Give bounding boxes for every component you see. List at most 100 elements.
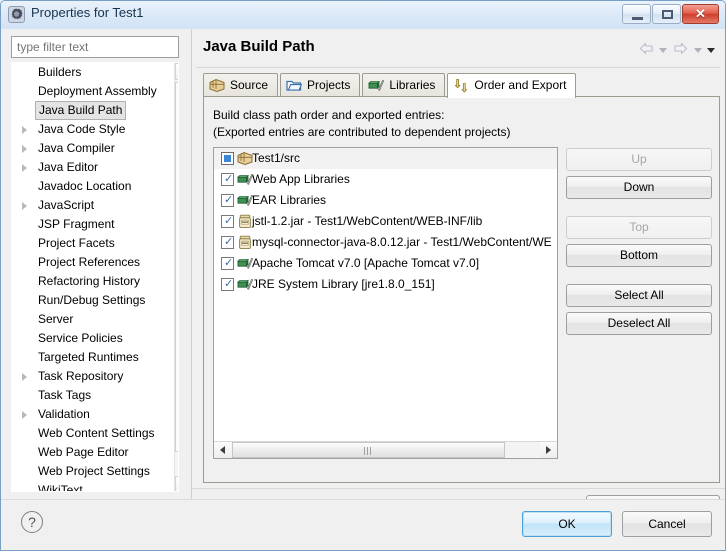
entry-checkbox[interactable]: ✓	[221, 215, 234, 228]
table-row[interactable]: ✓ Apache Tomcat v7.0 [Apache Tomcat v7.0]	[214, 253, 557, 274]
settings-tree-scrollbar[interactable]	[174, 63, 178, 491]
ok-button[interactable]: OK	[522, 511, 612, 537]
maximize-button[interactable]	[652, 4, 681, 24]
panel-description-line1: Build class path order and exported entr…	[213, 108, 445, 122]
scroll-up-button[interactable]	[175, 63, 178, 80]
apply-divider	[192, 488, 725, 489]
scroll-left-button[interactable]	[214, 442, 231, 458]
sidebar-item-java-editor[interactable]: Java Editor	[12, 158, 178, 177]
back-dropdown-icon[interactable]	[658, 47, 667, 53]
source-package-icon	[209, 78, 226, 94]
move-top-button[interactable]: Top	[566, 216, 712, 239]
sidebar-item-label: Service Policies	[38, 331, 123, 345]
deselect-all-button[interactable]: Deselect All	[566, 312, 712, 335]
scrollbar-grip-icon	[363, 447, 374, 455]
move-bottom-button[interactable]: Bottom	[566, 244, 712, 267]
table-row[interactable]: ✓ jstl-1.2.jar - Test1/WebContent/WEB-INF…	[214, 211, 557, 232]
move-down-button[interactable]: Down	[566, 176, 712, 199]
sidebar-item-java-compiler[interactable]: Java Compiler	[12, 139, 178, 158]
tab-source[interactable]: Source	[203, 73, 279, 97]
sidebar-item-task-repository[interactable]: Task Repository	[12, 367, 178, 386]
back-arrow-icon[interactable]	[639, 42, 654, 58]
classpath-entry-list[interactable]: Test1/src ✓ Web App Libraries ✓ EAR Librarie…	[213, 147, 558, 459]
sidebar-item-java-build-path[interactable]: Java Build Path	[12, 101, 178, 120]
sidebar-item-jsp-fragment[interactable]: JSP Fragment	[12, 215, 178, 234]
sidebar-item-web-project-settings[interactable]: Web Project Settings	[12, 462, 178, 481]
library-icon	[237, 277, 254, 292]
sidebar-item-web-page-editor[interactable]: Web Page Editor	[12, 443, 178, 462]
sidebar-item-label: JSP Fragment	[38, 217, 115, 231]
list-horizontal-scrollbar[interactable]	[214, 441, 557, 458]
sidebar-item-project-references[interactable]: Project References	[12, 253, 178, 272]
entry-checkbox[interactable]: ✓	[221, 194, 234, 207]
scrollbar-thumb[interactable]	[175, 82, 178, 452]
entry-label: Apache Tomcat v7.0 [Apache Tomcat v7.0]	[252, 256, 480, 270]
help-icon[interactable]: ?	[21, 511, 43, 533]
tab-libraries[interactable]: Libraries	[362, 73, 446, 97]
move-up-button[interactable]: Up	[566, 148, 712, 171]
select-all-button[interactable]: Select All	[566, 284, 712, 307]
hscrollbar-thumb[interactable]	[232, 442, 505, 458]
sidebar-item-targeted-runtimes[interactable]: Targeted Runtimes	[12, 348, 178, 367]
entry-checkbox[interactable]: ✓	[221, 173, 234, 186]
forward-dropdown-icon[interactable]	[693, 47, 702, 53]
entry-checkbox[interactable]: ✓	[221, 278, 234, 291]
expand-arrow-icon[interactable]	[22, 145, 27, 153]
checkmark-icon: ✓	[224, 173, 234, 185]
properties-gear-icon	[8, 6, 25, 23]
sidebar-item-label: Java Build Path	[35, 101, 127, 120]
properties-dialog-window: Properties for Test1 ✕ Builders Deploymen…	[0, 0, 726, 551]
sidebar-item-java-code-style[interactable]: Java Code Style	[12, 120, 178, 139]
sidebar-item-run-debug-settings[interactable]: Run/Debug Settings	[12, 291, 178, 310]
table-row[interactable]: ✓ Web App Libraries	[214, 169, 557, 190]
library-icon	[237, 256, 254, 271]
view-menu-icon[interactable]	[707, 47, 715, 53]
table-row[interactable]: ✓ EAR Libraries	[214, 190, 557, 211]
sidebar-item-javascript[interactable]: JavaScript	[12, 196, 178, 215]
scroll-right-button[interactable]	[540, 442, 557, 458]
close-button[interactable]: ✕	[682, 4, 719, 24]
sidebar-item-label: Run/Debug Settings	[38, 293, 146, 307]
library-icon	[237, 172, 254, 187]
sidebar-item-service-policies[interactable]: Service Policies	[12, 329, 178, 348]
entry-checkbox[interactable]: ✓	[221, 236, 234, 249]
tab-projects[interactable]: Projects	[280, 73, 361, 97]
sidebar-item-deployment-assembly[interactable]: Deployment Assembly	[12, 82, 178, 101]
settings-tree[interactable]: Builders Deployment Assembly Java Build Pa…	[11, 62, 179, 492]
table-row[interactable]: ✓ mysql-connector-java-8.0.12.jar - Test1…	[214, 232, 557, 253]
sidebar-item-wikitext[interactable]: WikiText	[12, 481, 178, 491]
window-title: Properties for Test1	[31, 5, 144, 20]
filter-input[interactable]	[11, 36, 179, 58]
sidebar-item-web-content-settings[interactable]: Web Content Settings	[12, 424, 178, 443]
expand-arrow-icon[interactable]	[22, 411, 27, 419]
tab-label: Libraries	[389, 78, 436, 92]
sidebar-item-project-facets[interactable]: Project Facets	[12, 234, 178, 253]
entry-checkbox[interactable]	[221, 152, 234, 165]
sidebar-item-javadoc-location[interactable]: Javadoc Location	[12, 177, 178, 196]
entry-label: Test1/src	[252, 151, 301, 165]
sidebar-item-builders[interactable]: Builders	[12, 63, 178, 82]
tab-bar: Source Projects Libraries Order and Export	[203, 73, 578, 98]
table-row[interactable]: Test1/src	[214, 148, 557, 169]
sidebar-item-label: Project References	[38, 255, 141, 269]
expand-arrow-icon[interactable]	[22, 202, 27, 210]
minimize-button[interactable]	[622, 4, 651, 24]
sidebar-item-refactoring-history[interactable]: Refactoring History	[12, 272, 178, 291]
sidebar-item-task-tags[interactable]: Task Tags	[12, 386, 178, 405]
table-row[interactable]: ✓ JRE System Library [jre1.8.0_151]	[214, 274, 557, 295]
expand-arrow-icon[interactable]	[22, 164, 27, 172]
cancel-button[interactable]: Cancel	[622, 511, 712, 537]
expand-arrow-icon[interactable]	[22, 373, 27, 381]
entry-checkbox[interactable]: ✓	[221, 257, 234, 270]
order-export-arrows-icon	[453, 78, 470, 94]
sidebar-item-label: Server	[38, 312, 74, 326]
jar-icon	[237, 214, 253, 229]
sidebar-item-validation[interactable]: Validation	[12, 405, 178, 424]
scroll-down-button[interactable]	[175, 476, 178, 491]
expand-arrow-icon[interactable]	[22, 126, 27, 134]
tab-order-and-export[interactable]: Order and Export	[447, 73, 577, 98]
sidebar-item-label: Java Compiler	[38, 141, 115, 155]
forward-arrow-icon[interactable]	[673, 42, 688, 58]
sidebar-item-server[interactable]: Server	[12, 310, 178, 329]
entry-label: JRE System Library [jre1.8.0_151]	[252, 277, 435, 291]
